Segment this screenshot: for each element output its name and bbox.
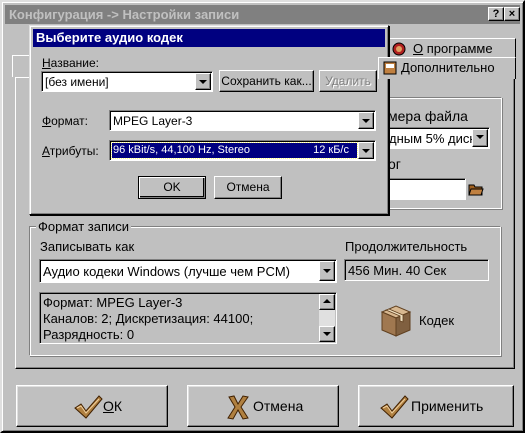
file-size-dropdown-button[interactable] (472, 129, 488, 147)
tab-about-hotkey: О (413, 41, 424, 56)
about-icon (392, 42, 406, 56)
catalog-label: ог (388, 156, 401, 172)
window-titlebar[interactable]: Конфигурация -> Настройки записи ? × (5, 5, 520, 24)
scroll-down-button[interactable] (319, 326, 335, 342)
name-value: [без имени] (45, 75, 109, 89)
format-info-line: Разрядность: 0 (43, 327, 135, 342)
attributes-label-hotkey: А (42, 144, 50, 158)
codec-button[interactable]: Кодек (374, 296, 484, 344)
ok-label: К (113, 398, 123, 414)
attributes-label: Атрибуты: (42, 144, 99, 159)
record-as-combo[interactable]: Аудио кодеки Windows (лучше чем PCM) (39, 259, 337, 283)
scroll-up-button[interactable] (319, 294, 335, 310)
save-as-button[interactable]: Сохранить как... (219, 70, 314, 92)
tab-about-label: программе (423, 41, 493, 56)
format-info-box: Формат: MPEG Layer-3 Каналов: 2; Дискрет… (39, 292, 337, 344)
catalog-field[interactable] (386, 178, 466, 200)
delete-button[interactable]: Удалить (319, 70, 377, 92)
chevron-down-icon (323, 332, 331, 336)
codec-button-label: Кодек (419, 313, 455, 328)
attributes-selection: 96 kBit/s, 44,100 Hz, Stereo 12 кБ/с (111, 142, 358, 159)
tab-additional[interactable]: Дополнительно (378, 57, 516, 79)
help-button[interactable]: ? (488, 7, 504, 21)
chevron-up-icon (323, 299, 331, 303)
chevron-down-icon (199, 80, 207, 84)
name-label-hotkey: Н (42, 56, 51, 70)
format-value: MPEG Layer-3 (113, 114, 193, 128)
format-label: Формат: (42, 114, 88, 129)
chevron-down-icon (362, 149, 370, 153)
dialog-cancel-button[interactable]: Отмена (214, 176, 282, 199)
attributes-combo[interactable]: 96 kBit/s, 44,100 Hz, Stereo 12 кБ/с (109, 140, 376, 161)
chevron-down-icon (476, 135, 484, 139)
name-label-text: азвание: (50, 56, 99, 70)
chevron-down-icon (362, 119, 370, 123)
attributes-label-text: трибуты: (49, 144, 99, 158)
tab-additional-hotkey: Д (401, 60, 410, 75)
cancel-button[interactable]: Отмена (187, 385, 339, 427)
file-size-value: дным 5% диск (389, 131, 476, 146)
configuration-window: Конфигурация -> Настройки записи ? × О п… (0, 0, 525, 433)
name-label: Название: (42, 56, 99, 71)
duration-label: Продолжительность (345, 239, 468, 254)
name-combo[interactable]: [без имени] (41, 71, 213, 92)
duration-field: 456 Мин. 40 Сек (344, 259, 489, 281)
close-button[interactable]: × (504, 7, 520, 21)
cross-icon (227, 395, 249, 420)
format-label-hotkey: Ф (42, 114, 52, 128)
additional-icon (383, 61, 397, 75)
info-scrollbar[interactable] (319, 294, 335, 342)
file-size-label: мера файла (388, 108, 468, 124)
format-info-line: Каналов: 2; Дискретизация: 44100; (43, 311, 254, 326)
apply-button[interactable]: Применить (358, 385, 514, 427)
folder-icon[interactable] (468, 181, 484, 197)
dialog-ok-button[interactable]: OK (138, 176, 206, 199)
ok-hotkey: О (103, 398, 114, 414)
apply-checkmark-icon (380, 395, 409, 419)
file-size-combo[interactable]: дным 5% диск (386, 127, 490, 149)
format-dropdown-button[interactable] (358, 112, 374, 129)
attributes-dropdown-button[interactable] (358, 142, 374, 159)
codec-dialog-titlebar[interactable]: Выберите аудио кодек (33, 29, 385, 47)
duration-value: 456 Мин. 40 Сек (348, 263, 447, 278)
record-as-value: Аудио кодеки Windows (лучше чем PCM) (43, 264, 291, 279)
chevron-down-icon (323, 269, 331, 273)
format-combo[interactable]: MPEG Layer-3 (109, 110, 376, 131)
name-dropdown-button[interactable] (195, 73, 211, 90)
attributes-value: 96 kBit/s, 44,100 Hz, Stereo (113, 144, 250, 156)
codec-dialog-title: Выберите аудио кодек (36, 30, 183, 45)
record-format-title: Формат записи (36, 219, 132, 234)
format-label-text: ормат: (51, 114, 88, 128)
tab-additional-label: ополнительно (409, 60, 495, 75)
window-title: Конфигурация -> Настройки записи (9, 7, 240, 22)
apply-label: Применить (411, 398, 484, 414)
checkmark-icon (74, 395, 103, 419)
tab-partial[interactable] (12, 55, 30, 77)
record-as-label: Записывать как (40, 239, 135, 254)
attributes-rate: 12 кБ/с (313, 144, 349, 156)
box-icon (380, 305, 412, 337)
cancel-label: Отмена (253, 398, 304, 414)
codec-dialog: Выберите аудио кодек Название: [без имен… (29, 25, 389, 215)
format-info-line: Формат: MPEG Layer-3 (43, 295, 183, 310)
record-as-dropdown-button[interactable] (319, 261, 335, 281)
ok-button[interactable]: ОК (16, 385, 168, 427)
